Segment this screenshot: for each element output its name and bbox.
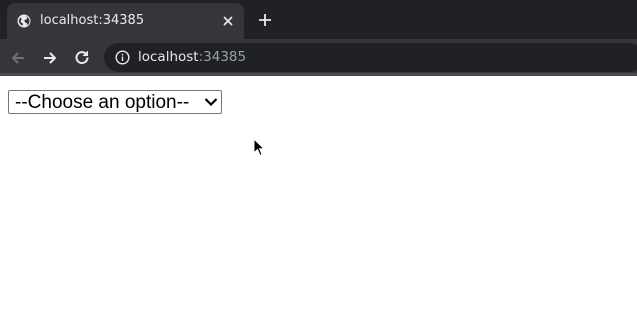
close-icon[interactable]: [220, 13, 236, 29]
url-port: :34385: [198, 49, 247, 65]
info-icon[interactable]: [115, 50, 130, 65]
select-selected-value: --Choose an option--: [15, 92, 190, 113]
mouse-cursor-icon: [253, 138, 265, 157]
url-host: localhost: [138, 49, 199, 65]
tab-title: localhost:34385: [40, 13, 145, 28]
page-content: --Choose an option--: [0, 76, 637, 325]
forward-arrow-icon[interactable]: [40, 48, 60, 68]
chevron-down-icon: [204, 98, 218, 107]
browser-tab[interactable]: localhost:34385: [7, 3, 244, 39]
browser-tab-strip: localhost:34385: [0, 0, 637, 39]
back-arrow-icon[interactable]: [8, 48, 28, 68]
globe-icon: [17, 14, 31, 28]
reload-icon[interactable]: [72, 48, 92, 68]
address-bar[interactable]: localhost:34385: [104, 43, 637, 72]
address-url: localhost:34385: [138, 49, 246, 65]
new-tab-icon[interactable]: [256, 11, 274, 29]
browser-toolbar: localhost:34385: [0, 39, 637, 76]
option-select[interactable]: --Choose an option--: [8, 90, 222, 114]
